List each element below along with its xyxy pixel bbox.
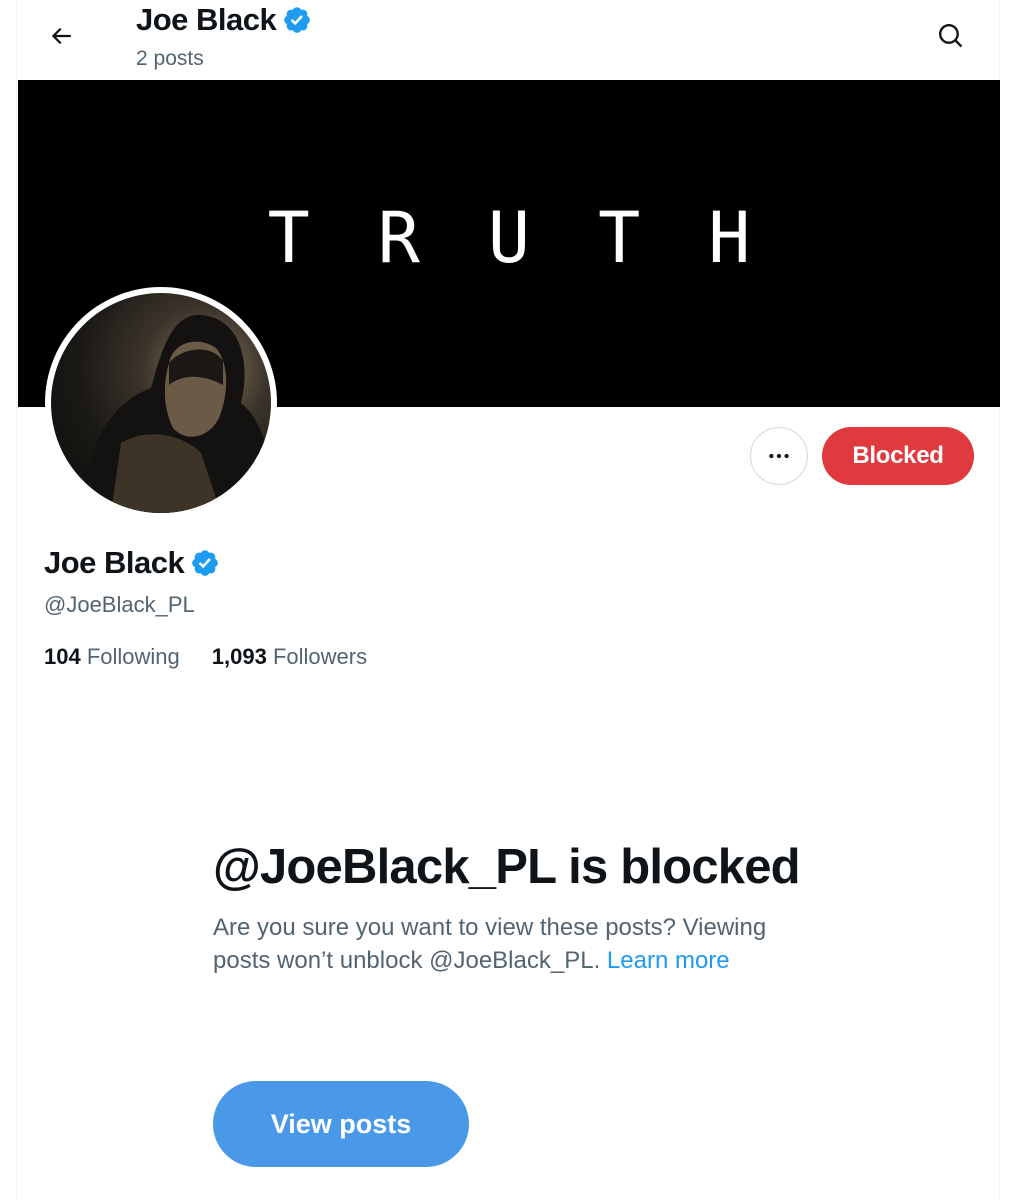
profile-name-row: Joe Black	[44, 545, 220, 581]
banner-text: TRUTH	[267, 196, 819, 279]
following-label: Following	[86, 644, 180, 669]
arrow-left-icon	[51, 27, 71, 45]
more-options-button[interactable]	[750, 427, 808, 485]
following-link[interactable]: 104 Following	[44, 644, 180, 670]
header-title: Joe Black	[136, 2, 312, 38]
profile-handle: @JoeBlack_PL	[44, 592, 195, 617]
search-button[interactable]	[931, 16, 971, 56]
verified-badge-icon	[284, 7, 311, 33]
view-posts-button[interactable]: View posts	[213, 1081, 469, 1167]
profile-name: Joe Black	[44, 545, 185, 580]
header-name: Joe Black	[136, 2, 277, 37]
avatar[interactable]	[45, 287, 277, 519]
top-bar: Joe Black 2 posts	[17, 0, 999, 80]
blocked-notice: @JoeBlack_PL is blocked Are you sure you…	[213, 838, 813, 977]
following-count: 104	[44, 644, 81, 669]
verified-badge-icon[interactable]	[190, 548, 220, 578]
posts-count: 2 posts	[136, 47, 204, 70]
followers-label: Followers	[272, 644, 368, 669]
back-button[interactable]	[41, 16, 81, 56]
profile-page: Joe Black 2 posts TRUTH Blocked Joe Blac…	[16, 0, 1000, 1200]
learn-more-link[interactable]: Learn more	[607, 947, 730, 974]
followers-count: 1,093	[211, 644, 267, 669]
search-icon	[939, 24, 963, 48]
blocked-button[interactable]: Blocked	[822, 427, 974, 485]
more-horizontal-icon	[769, 453, 789, 459]
avatar-photo	[81, 314, 271, 513]
blocked-title: @JoeBlack_PL is blocked	[213, 840, 801, 894]
follow-stats: 104 Following 1,093 Followers	[44, 644, 367, 670]
avatar-image	[51, 293, 271, 513]
followers-link[interactable]: 1,093 Followers	[212, 644, 367, 670]
blocked-description: Are you sure you want to view these post…	[213, 911, 813, 977]
